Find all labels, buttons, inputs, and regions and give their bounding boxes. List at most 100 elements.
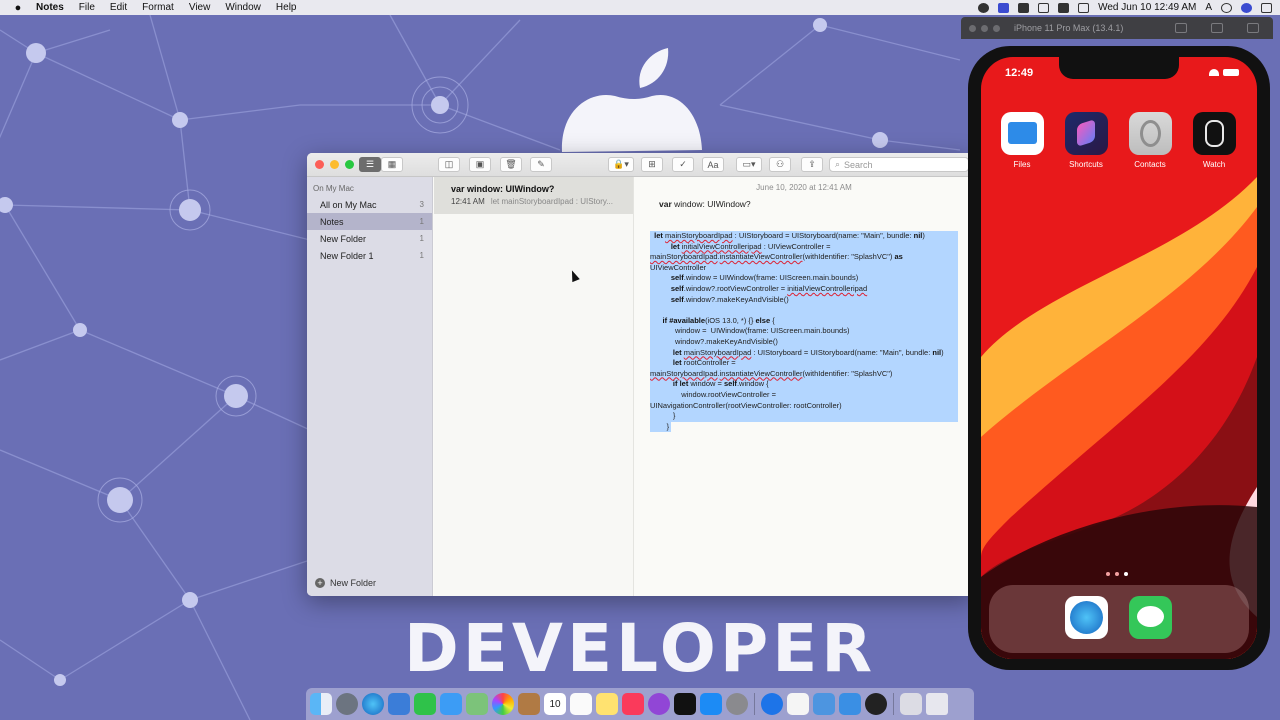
calendar-icon[interactable]: 10 <box>544 693 566 715</box>
format-text-button[interactable]: Aa <box>702 157 724 172</box>
menu-edit[interactable]: Edit <box>110 2 127 13</box>
page-indicator[interactable] <box>1106 572 1128 576</box>
app-watch[interactable]: Watch <box>1191 112 1237 169</box>
sidebar-item-new-folder[interactable]: New Folder 1 <box>307 230 432 247</box>
code-line: if #available(iOS 13.0, *) {} else { <box>650 316 958 327</box>
safari-icon[interactable] <box>362 693 384 715</box>
app-store-icon[interactable] <box>700 693 722 715</box>
airplay-icon[interactable] <box>1038 3 1049 13</box>
launchpad-icon[interactable] <box>336 693 358 715</box>
app-shortcuts[interactable]: Shortcuts <box>1063 112 1109 169</box>
iphone-device-frame: 12:49 Files Shortcuts Contacts Watch <box>968 46 1270 670</box>
contacts-icon[interactable] <box>518 693 540 715</box>
tv-icon[interactable] <box>674 693 696 715</box>
code-line: mainStoryboardIpad.instantiateViewContro… <box>650 369 958 380</box>
close-window-button[interactable] <box>315 160 324 169</box>
apple-menu-icon[interactable]: ● <box>0 2 36 14</box>
list-view-button[interactable]: ☰ <box>359 157 381 172</box>
code-line: UINavigationController(rootViewControlle… <box>650 401 958 412</box>
battery-icon[interactable] <box>1078 3 1089 13</box>
code-line: if let window = self.window { <box>650 379 958 390</box>
sidebar-item-notes[interactable]: Notes 1 <box>307 213 432 230</box>
photos-icon[interactable] <box>492 693 514 715</box>
mac-dock: 10 <box>306 688 974 720</box>
quicktime-icon[interactable] <box>865 693 887 715</box>
music-icon[interactable] <box>622 693 644 715</box>
teamviewer-icon[interactable] <box>761 693 783 715</box>
watch-icon <box>1193 112 1236 155</box>
system-preferences-icon[interactable] <box>726 693 748 715</box>
xcode-folder-icon[interactable] <box>813 693 835 715</box>
finder-icon[interactable] <box>310 693 332 715</box>
simulator-close-button[interactable] <box>969 25 976 32</box>
screen-record-icon[interactable] <box>978 3 989 13</box>
menu-view[interactable]: View <box>189 2 211 13</box>
app-files[interactable]: Files <box>999 112 1045 169</box>
wifi-icon[interactable] <box>1058 3 1069 13</box>
control-center-icon[interactable] <box>1261 3 1272 13</box>
code-line: mainStoryboardIpad.instantiateViewContro… <box>650 252 958 273</box>
toggle-sidebar-button[interactable]: ◫ <box>438 157 460 172</box>
minimize-window-button[interactable] <box>330 160 339 169</box>
screenshot-icon[interactable] <box>1175 23 1187 33</box>
compose-note-button[interactable]: ✎ <box>530 157 552 172</box>
trash-icon[interactable] <box>926 693 948 715</box>
safari-icon[interactable] <box>1065 596 1108 639</box>
gallery-view-button[interactable]: ▦ <box>381 157 403 172</box>
rotate-icon[interactable] <box>1247 23 1259 33</box>
maps-icon[interactable] <box>466 693 488 715</box>
menu-file[interactable]: File <box>79 2 95 13</box>
input-source-indicator[interactable]: A <box>1205 2 1212 13</box>
simulator-minimize-button[interactable] <box>981 25 988 32</box>
code-line: let rootController = <box>650 358 958 369</box>
app-label: Watch <box>1191 160 1237 169</box>
preview-icon[interactable] <box>388 693 410 715</box>
iphone-screen[interactable]: 12:49 Files Shortcuts Contacts Watch <box>981 57 1257 659</box>
note-body-code[interactable]: let mainStoryboardIpad : UIStoryboard = … <box>650 231 958 432</box>
collaborate-button[interactable]: ⚇ <box>769 157 791 172</box>
activity-icon[interactable] <box>1018 3 1029 13</box>
note-title: var window: UIWindow? <box>451 184 633 194</box>
delete-note-button[interactable]: 🗑 <box>500 157 522 172</box>
downloads-icon[interactable] <box>900 693 922 715</box>
notes-icon[interactable] <box>596 693 618 715</box>
spotlight-icon[interactable] <box>1221 3 1232 13</box>
siri-icon[interactable] <box>1241 3 1252 13</box>
list-item[interactable]: var window: UIWindow? 12:41 AMlet mainSt… <box>434 177 633 214</box>
simulator-icon[interactable] <box>839 693 861 715</box>
reminders-icon[interactable] <box>570 693 592 715</box>
checklist-button[interactable]: ✓ <box>672 157 694 172</box>
sidebar-item-new-folder-1[interactable]: New Folder 1 1 <box>307 247 432 264</box>
menu-format[interactable]: Format <box>142 2 174 13</box>
lock-note-button[interactable]: 🔒▾ <box>608 157 634 172</box>
search-field[interactable]: ⌕ Search <box>829 157 969 172</box>
code-line: self.window = UIWindow(frame: UIScreen.m… <box>650 273 958 284</box>
podcasts-icon[interactable] <box>648 693 670 715</box>
messages-icon[interactable] <box>1129 596 1172 639</box>
menu-notes[interactable]: Notes <box>36 2 64 13</box>
teamviewer-icon[interactable] <box>998 3 1009 13</box>
facetime-icon[interactable] <box>414 693 436 715</box>
menu-help[interactable]: Help <box>276 2 297 13</box>
share-button[interactable]: ⇪ <box>801 157 823 172</box>
dock-separator <box>893 693 894 715</box>
heading-keyword: var <box>659 199 672 209</box>
code-line: let initialViewControlleripad : UIViewCo… <box>650 242 958 253</box>
zoom-window-button[interactable] <box>345 160 354 169</box>
simulator-zoom-button[interactable] <box>993 25 1000 32</box>
new-folder-button[interactable]: + New Folder <box>315 578 376 588</box>
sidebar-item-all-on-my-mac[interactable]: All on My Mac 3 <box>307 196 432 213</box>
sidebar-item-label: New Folder 1 <box>320 251 374 261</box>
textedit-icon[interactable] <box>787 693 809 715</box>
note-editor[interactable]: June 10, 2020 at 12:41 AM var window: UI… <box>635 177 973 596</box>
home-icon[interactable] <box>1211 23 1223 33</box>
table-button[interactable]: ⊞ <box>641 157 663 172</box>
plus-icon: + <box>315 578 325 588</box>
mail-icon[interactable] <box>440 693 462 715</box>
menu-window[interactable]: Window <box>225 2 261 13</box>
insert-media-button[interactable]: ▭▾ <box>736 157 762 172</box>
folders-sidebar: On My Mac All on My Mac 3 Notes 1 New Fo… <box>307 177 433 596</box>
app-contacts[interactable]: Contacts <box>1127 112 1173 169</box>
menu-bar-clock[interactable]: Wed Jun 10 12:49 AM <box>1098 2 1196 13</box>
attachments-button[interactable]: ▣ <box>469 157 491 172</box>
